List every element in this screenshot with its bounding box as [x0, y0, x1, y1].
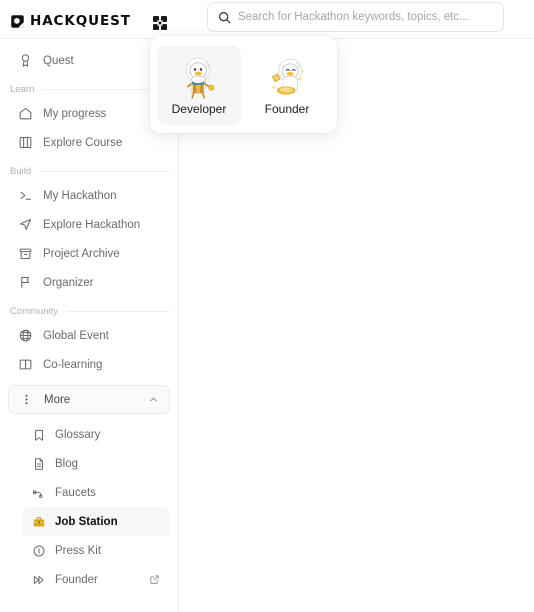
vertical-dots-icon — [25, 394, 28, 405]
sidebar-item-label: Job Station — [55, 515, 118, 528]
sidebar-item-my-progress[interactable]: My progress — [8, 99, 170, 128]
section-header-community: Community — [10, 306, 170, 317]
search-bar[interactable] — [207, 2, 504, 32]
duck-astronaut-founder-mascot — [271, 58, 305, 95]
search-input[interactable] — [238, 11, 488, 23]
terminal-icon — [20, 191, 32, 200]
faucet-icon — [32, 489, 43, 498]
sidebar-item-co-learning[interactable]: Co-learning — [8, 350, 170, 379]
double-play-icon — [33, 575, 44, 584]
section-header-learn: Learn — [10, 84, 170, 95]
sidebar-item-blog[interactable]: Blog — [22, 449, 170, 478]
section-title: Learn — [10, 84, 35, 95]
sidebar-item-label: My Hackathon — [43, 189, 117, 202]
sidebar-item-label: Co-learning — [43, 358, 103, 371]
sidebar-item-glossary[interactable]: Glossary — [22, 420, 170, 449]
flag-icon — [21, 276, 30, 289]
sidebar-item-label: Faucets — [55, 486, 96, 499]
sidebar-item-organizer[interactable]: Organizer — [8, 268, 170, 297]
sidebar-item-explore-course[interactable]: Explore Course — [8, 128, 170, 157]
grid-apps-icon[interactable] — [152, 15, 168, 31]
info-circle-icon — [33, 545, 45, 556]
sidebar-item-global-event[interactable]: Global Event — [8, 321, 170, 350]
sidebar-item-label: Blog — [55, 457, 79, 470]
sidebar-item-explore-hackathon[interactable]: Explore Hackathon — [8, 210, 170, 239]
briefcase-icon — [33, 516, 45, 526]
open-book-icon — [19, 359, 32, 370]
logo-text: HACKQUEST — [30, 12, 131, 29]
section-divider — [39, 171, 170, 172]
role-card-founder[interactable]: Founder — [245, 45, 329, 125]
duck-astronaut-developer-mascot — [185, 57, 215, 98]
sidebar-item-job-station[interactable]: Job Station — [22, 507, 170, 536]
chevron-up-icon — [150, 397, 157, 402]
sidebar-item-label: Explore Hackathon — [43, 218, 141, 231]
sidebar-item-my-hackathon[interactable]: My Hackathon — [8, 181, 170, 210]
sidebar-more-toggle[interactable]: More — [8, 385, 170, 414]
section-title: Build — [10, 166, 32, 177]
globe-icon — [19, 329, 32, 342]
section-header-build: Build — [10, 166, 170, 177]
document-icon — [35, 457, 43, 470]
bookmark-icon — [35, 429, 43, 441]
section-title: Community — [10, 306, 59, 317]
archive-box-icon — [19, 248, 32, 260]
search-icon — [219, 11, 231, 23]
sidebar-item-project-archive[interactable]: Project Archive — [8, 239, 170, 268]
hackquest-logo-mark — [11, 15, 24, 28]
sidebar-item-label: Quest — [43, 54, 74, 67]
role-card-developer[interactable]: Developer — [157, 44, 241, 125]
sidebar-item-label: Organizer — [43, 276, 94, 289]
sidebar-item-quest[interactable]: Quest — [8, 46, 170, 75]
navigation-send-icon — [19, 218, 32, 231]
sidebar-item-label: Founder — [55, 573, 98, 586]
top-header: HACKQUEST — [0, 0, 534, 38]
app-root: HACKQUEST Search for Hackathon keywords,… — [0, 0, 534, 612]
book-map-icon — [19, 136, 32, 149]
sidebar-item-founder[interactable]: Founder — [22, 565, 170, 594]
sidebar-item-faucets[interactable]: Faucets — [22, 478, 170, 507]
sidebar-item-label: Glossary — [55, 428, 101, 441]
sidebar-more-label: More — [44, 393, 71, 406]
sidebar-item-label: Project Archive — [43, 247, 120, 260]
section-divider — [66, 311, 170, 312]
sidebar-item-press-kit[interactable]: Press Kit — [22, 536, 170, 565]
role-label: Developer — [171, 101, 227, 116]
role-selector-popup: Developer Founder — [150, 36, 337, 133]
brand-logo[interactable]: HACKQUEST — [10, 14, 131, 29]
sidebar-item-label: Explore Course — [43, 136, 123, 149]
home-icon — [19, 107, 32, 120]
sidebar-item-label: My progress — [43, 107, 107, 120]
medal-icon — [21, 54, 30, 67]
role-label: Founder — [264, 101, 310, 116]
external-link-icon — [150, 575, 159, 584]
sidebar-item-label: Global Event — [43, 329, 109, 342]
sidebar-item-label: Press Kit — [55, 544, 102, 557]
